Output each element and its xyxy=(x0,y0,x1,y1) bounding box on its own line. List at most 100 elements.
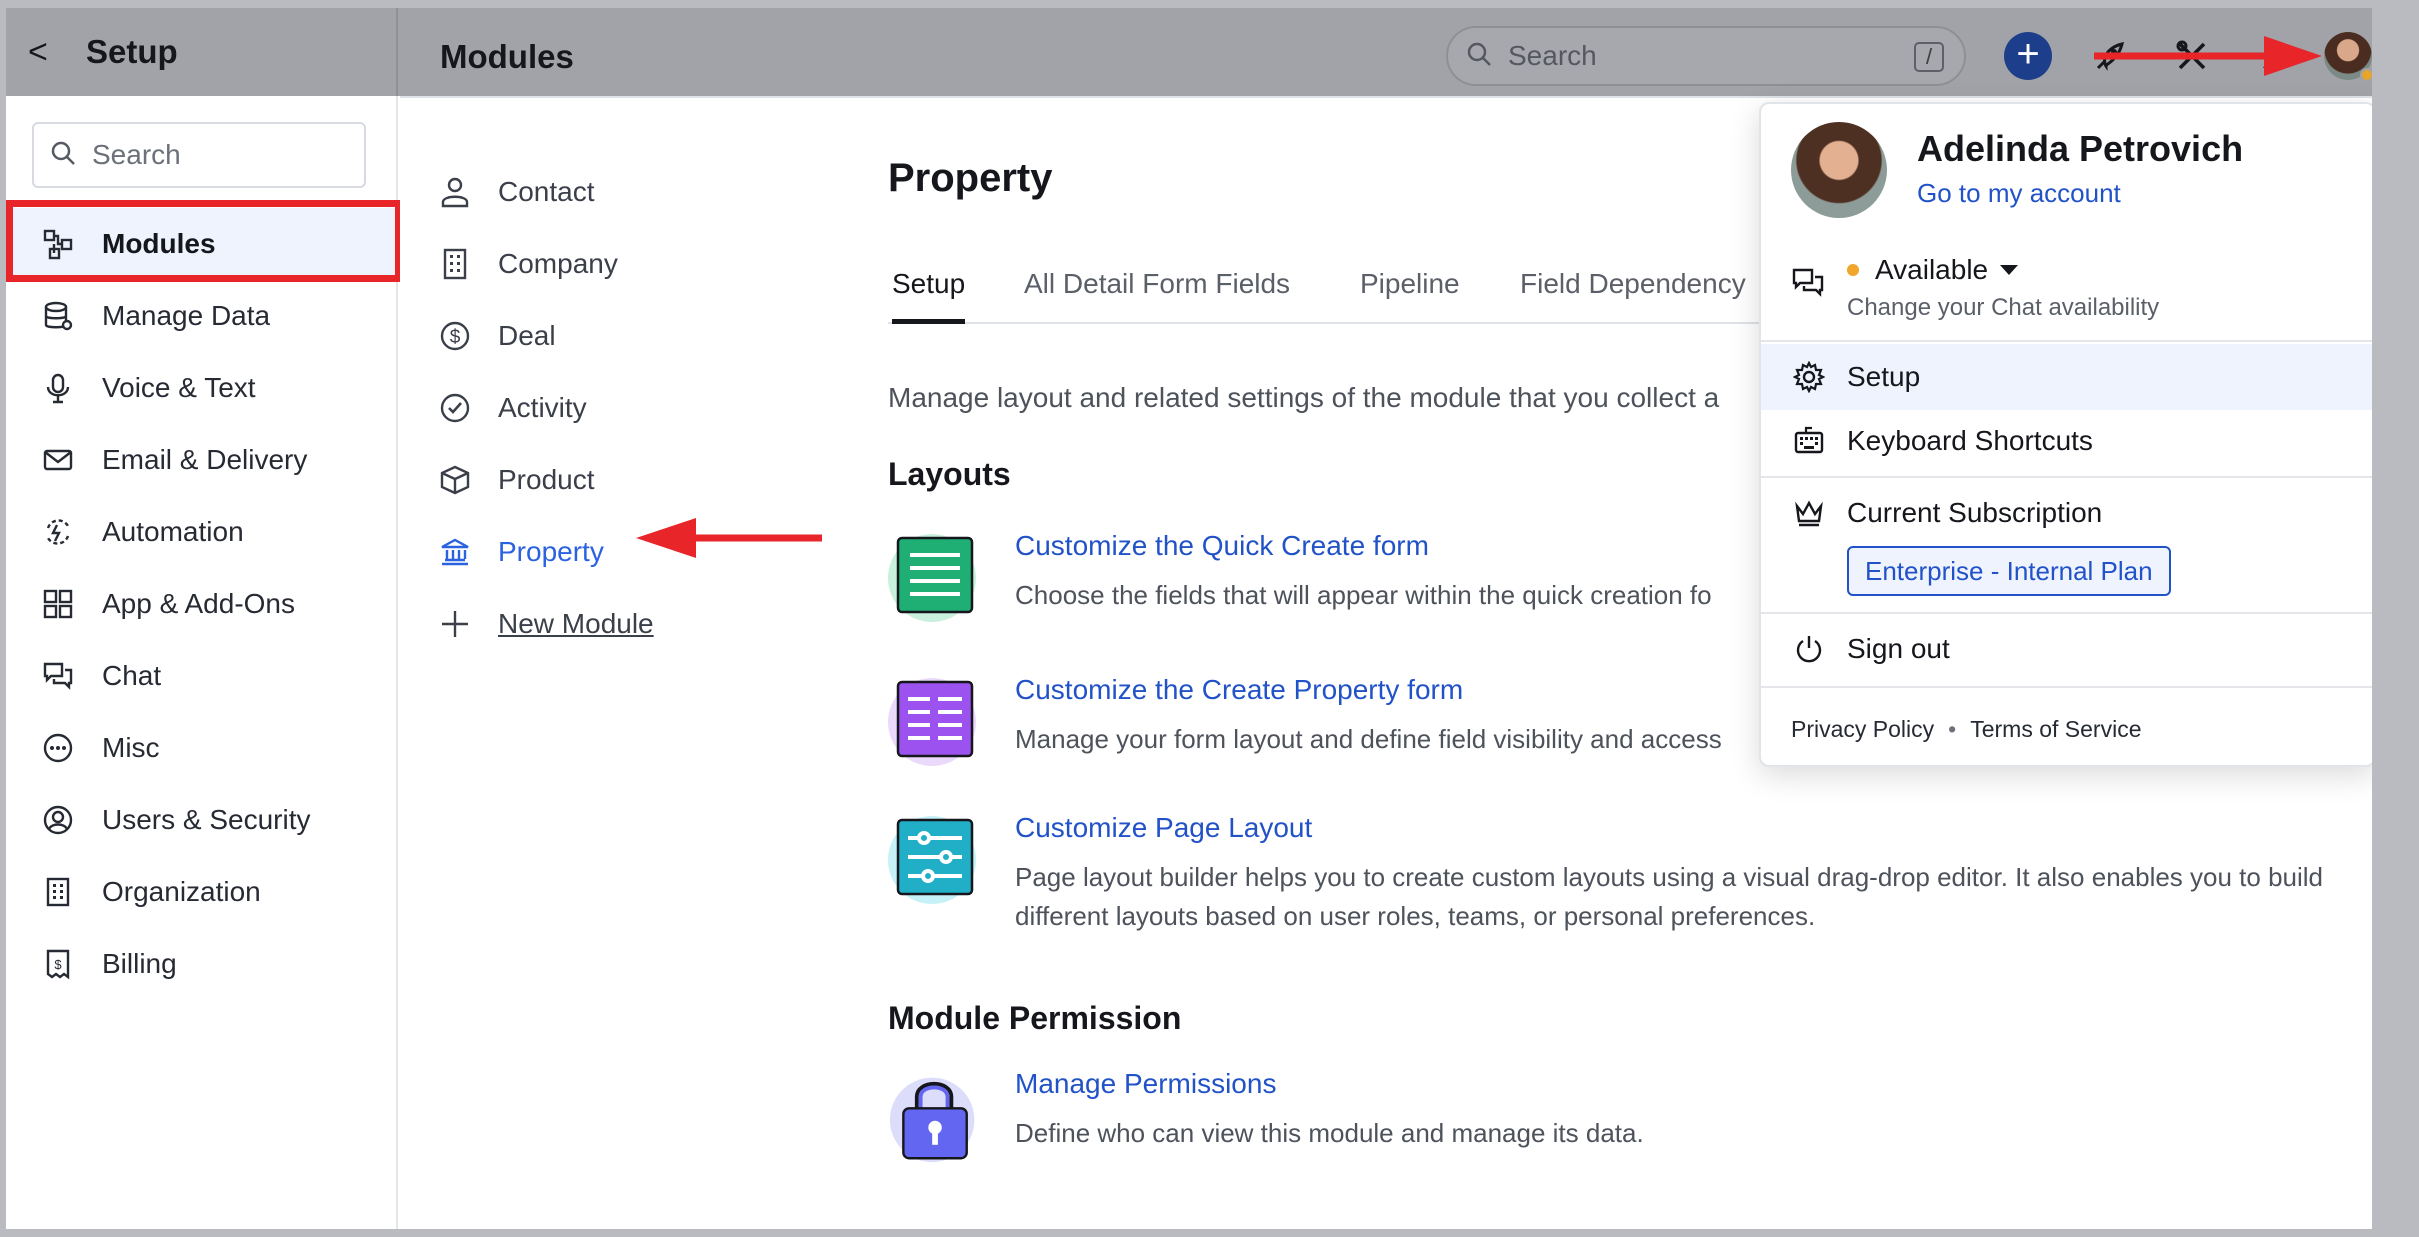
sidebar-item-misc[interactable]: Misc xyxy=(6,712,398,784)
search-shortcut-badge: / xyxy=(1914,42,1944,72)
module-label: Activity xyxy=(498,392,587,423)
card-description: Define who can view this module and mana… xyxy=(1015,1118,1644,1148)
envelope-icon xyxy=(38,440,78,480)
lock-icon xyxy=(889,1077,975,1163)
chat-icon xyxy=(38,656,78,696)
sidebar-item-manage-data[interactable]: Manage Data xyxy=(6,280,398,352)
status-dot xyxy=(2360,68,2372,82)
user-avatar xyxy=(1791,122,1887,218)
menu-item-label: Sign out xyxy=(1847,633,1950,664)
tab-all-detail-form-fields[interactable]: All Detail Form Fields xyxy=(1024,268,1290,324)
app-window: < Setup Modules Search / + Search Module… xyxy=(6,8,2372,1229)
user-circle-icon xyxy=(38,800,78,840)
caret-down-icon xyxy=(2000,265,2019,275)
sidebar-item-label: Users & Security xyxy=(102,804,311,835)
module-description: Manage layout and related settings of th… xyxy=(888,382,1720,413)
menu-item-keyboard-shortcuts[interactable]: Keyboard Shortcuts xyxy=(1761,408,2372,474)
module-label: Product xyxy=(498,464,595,495)
module-item-product[interactable]: Product xyxy=(438,460,595,500)
module-item-deal[interactable]: $ Deal xyxy=(438,316,556,356)
sidebar-item-email-delivery[interactable]: Email & Delivery xyxy=(6,424,398,496)
divider xyxy=(1761,476,2372,478)
sidebar-item-label: Chat xyxy=(102,660,162,691)
sidebar-search-input[interactable]: Search xyxy=(32,122,366,188)
module-label: Company xyxy=(498,248,618,279)
layouts-heading: Layouts xyxy=(888,456,1011,492)
customize-create-property-link[interactable]: Customize the Create Property form xyxy=(1015,674,1463,706)
module-item-contact[interactable]: Contact xyxy=(438,172,595,212)
tab-field-dependency[interactable]: Field Dependency xyxy=(1520,268,1746,324)
search-icon xyxy=(50,140,76,171)
form-list-icon xyxy=(888,534,976,622)
terms-of-service-link[interactable]: Terms of Service xyxy=(1970,716,2141,743)
user-avatar-button[interactable] xyxy=(2324,32,2372,82)
global-search-input[interactable]: Search / xyxy=(1446,26,1966,86)
sidebar-nav: Modules Manage Data Voice & Text Email &… xyxy=(6,208,398,1000)
more-icon xyxy=(38,728,78,768)
sidebar-item-label: Organization xyxy=(102,876,261,907)
separator-dot: • xyxy=(1948,716,1957,742)
module-label: Contact xyxy=(498,176,595,207)
sidebar-item-automation[interactable]: Automation xyxy=(6,496,398,568)
customize-page-layout-link[interactable]: Customize Page Layout xyxy=(1015,812,1312,844)
receipt-icon: $ xyxy=(38,944,78,984)
status-dot xyxy=(1847,264,1859,276)
sidebar-item-users-security[interactable]: Users & Security xyxy=(6,784,398,856)
module-item-property[interactable]: Property xyxy=(438,532,604,572)
tab-setup[interactable]: Setup xyxy=(892,268,966,324)
setup-title: Setup xyxy=(86,33,178,70)
menu-item-label: Keyboard Shortcuts xyxy=(1847,425,2093,456)
module-list: Contact Company $ Deal Activity Product … xyxy=(400,98,830,1229)
sidebar-item-app-addons[interactable]: App & Add-Ons xyxy=(6,568,398,640)
form-layout-icon xyxy=(888,678,976,766)
sidebar-item-label: App & Add-Ons xyxy=(102,588,296,619)
top-bar: < Setup Modules Search / + xyxy=(6,8,2372,96)
menu-item-setup[interactable]: Setup xyxy=(1761,344,2372,410)
sidebar-item-chat[interactable]: Chat xyxy=(6,640,398,712)
manage-permissions-link[interactable]: Manage Permissions xyxy=(1015,1068,1276,1100)
module-label: Deal xyxy=(498,320,556,351)
search-placeholder: Search xyxy=(1508,40,1597,71)
layout-card-page-layout: Customize Page Layout Page layout builde… xyxy=(888,812,2338,972)
permission-card: Manage Permissions Define who can view t… xyxy=(888,1068,2338,1188)
page-title: Modules xyxy=(440,38,574,75)
new-module-link[interactable]: New Module xyxy=(438,604,654,644)
person-icon xyxy=(438,175,472,209)
divider xyxy=(1761,686,2372,688)
menu-item-sign-out[interactable]: Sign out xyxy=(1761,616,2372,682)
module-title: Property xyxy=(888,156,1053,200)
dollar-icon: $ xyxy=(438,319,472,353)
keyboard-icon xyxy=(1791,425,1827,457)
database-icon xyxy=(38,296,78,336)
grid-icon xyxy=(38,584,78,624)
sidebar-search-placeholder: Search xyxy=(92,139,181,170)
sidebar-item-organization[interactable]: Organization xyxy=(6,856,398,928)
go-to-account-link[interactable]: Go to my account xyxy=(1917,178,2121,209)
module-permission-heading: Module Permission xyxy=(888,1000,1182,1036)
privacy-policy-link[interactable]: Privacy Policy xyxy=(1791,716,1934,743)
customize-quick-create-link[interactable]: Customize the Quick Create form xyxy=(1015,530,1429,562)
menu-item-label: Setup xyxy=(1847,361,1921,392)
sliders-icon xyxy=(888,816,976,904)
tab-pipeline[interactable]: Pipeline xyxy=(1360,268,1460,324)
building-icon xyxy=(438,247,472,281)
plan-badge[interactable]: Enterprise - Internal Plan xyxy=(1847,546,2171,596)
setup-header: < Setup xyxy=(6,8,398,96)
sidebar-item-billing[interactable]: $ Billing xyxy=(6,928,398,1000)
module-item-company[interactable]: Company xyxy=(438,244,618,284)
sidebar-item-voice-text[interactable]: Voice & Text xyxy=(6,352,398,424)
building-icon xyxy=(38,872,78,912)
crown-icon xyxy=(1791,497,1827,529)
chat-availability-dropdown[interactable]: Available xyxy=(1847,254,2019,286)
sidebar-item-label: Manage Data xyxy=(102,300,271,331)
back-button[interactable]: < xyxy=(28,35,56,69)
user-name: Adelinda Petrovich xyxy=(1917,128,2244,169)
sidebar-item-label: Misc xyxy=(102,732,160,763)
sidebar-item-label: Voice & Text xyxy=(102,372,256,403)
box-icon xyxy=(438,463,472,497)
module-item-activity[interactable]: Activity xyxy=(438,388,587,428)
power-icon xyxy=(1791,633,1827,665)
menu-item-label: Current Subscription xyxy=(1847,497,2103,528)
legal-links: Privacy Policy • Terms of Service xyxy=(1791,716,2141,743)
create-button[interactable]: + xyxy=(2004,32,2052,80)
